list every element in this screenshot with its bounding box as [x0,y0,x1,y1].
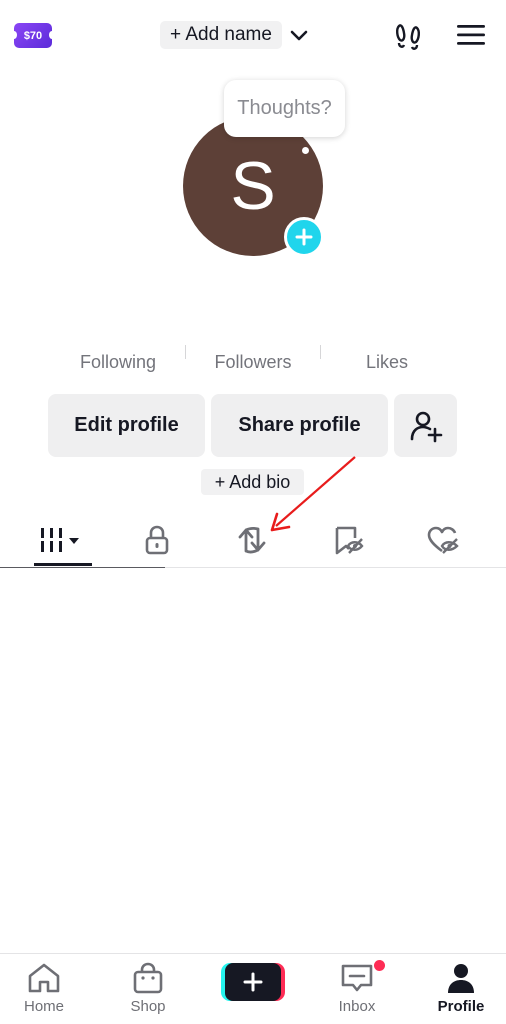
likes-label: Likes [365,352,409,372]
repost-icon [238,526,266,554]
nav-home[interactable]: Home [2,962,86,1020]
favorites-icon [335,526,364,555]
following-label: Following [79,352,157,372]
home-icon [28,963,60,993]
footprints-icon[interactable] [393,20,425,52]
bubble-tail-dot [302,147,309,154]
nav-shop[interactable]: Shop [106,962,190,1020]
nav-shop-label: Shop [130,998,166,1015]
tab-private[interactable] [127,516,187,564]
avatar-initial: S [230,148,276,224]
tab-reposts[interactable] [222,516,282,564]
profile-icon [448,964,474,993]
shopping-bag-icon [133,962,163,994]
thoughts-bubble[interactable]: Thoughts? [224,80,345,137]
add-name-label: + Add name [170,24,272,45]
share-profile-button[interactable]: Share profile [211,394,388,457]
share-profile-label: Share profile [238,414,361,436]
add-friends-button[interactable] [394,394,457,457]
nav-inbox-label: Inbox [338,998,376,1015]
tab-liked[interactable] [413,516,473,564]
menu-icon[interactable] [456,22,486,48]
following-stat[interactable]: Following [58,352,178,373]
inbox-icon [341,964,373,992]
add-name-button[interactable]: + Add name [160,21,282,49]
stat-divider [185,345,186,359]
add-bio-button[interactable]: + Add bio [201,469,304,495]
tab-videos[interactable] [33,516,93,564]
create-button[interactable] [221,963,285,1001]
stat-divider [320,345,321,359]
add-user-icon [410,411,442,442]
chevron-down-icon[interactable] [288,24,310,46]
add-avatar-button[interactable] [284,217,324,257]
tab-favorites[interactable] [318,516,378,564]
nav-profile-label: Profile [437,998,485,1015]
followers-label: Followers [214,352,292,372]
nav-inbox[interactable]: Inbox [315,962,399,1020]
nav-home-label: Home [23,998,64,1015]
tabs-divider-highlight [0,567,165,568]
bottom-nav-divider [0,953,506,954]
edit-profile-button[interactable]: Edit profile [48,394,205,457]
coupon-badge[interactable]: $70 [11,23,55,48]
followers-stat[interactable]: Followers [193,352,313,373]
plus-icon [243,972,263,992]
selected-tab-indicator [34,563,92,566]
plus-icon [295,228,313,246]
notification-dot [374,960,385,971]
lock-icon [145,525,169,555]
nav-profile[interactable]: Profile [419,962,503,1020]
edit-profile-label: Edit profile [74,414,179,436]
coupon-label: $70 [23,29,43,42]
likes-stat[interactable]: Likes [327,352,447,373]
videos-grid-icon [41,528,79,552]
add-bio-label: + Add bio [214,471,291,492]
thoughts-text: Thoughts? [237,97,332,119]
liked-icon [427,526,459,554]
